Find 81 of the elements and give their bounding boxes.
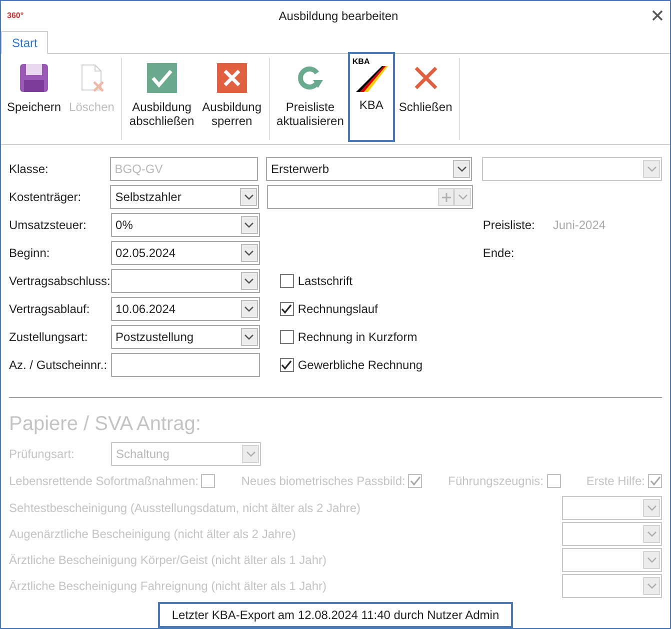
info-value: Juni-2024: [552, 217, 606, 234]
checkbox-label: Rechnung in Kurzform: [298, 329, 418, 346]
dropdown-field[interactable]: 0%: [110, 213, 260, 237]
field-label: Vertragsabschluss:: [9, 273, 111, 290]
ribbon-button[interactable]: KBA KBA: [348, 52, 395, 142]
checkbox[interactable]: [280, 330, 294, 344]
dropdown-field[interactable]: [562, 548, 662, 572]
chevron-icon: [244, 334, 254, 340]
checkbox[interactable]: [280, 274, 294, 288]
dropdown-field[interactable]: Ersterwerb: [266, 157, 472, 181]
checkbox-label: Lastschrift: [298, 273, 353, 290]
input-field[interactable]: [110, 353, 260, 377]
dropdown-field[interactable]: [562, 574, 662, 598]
chevron-icon: [244, 194, 254, 200]
checkbox-label: Erste Hilfe:: [586, 472, 645, 490]
field-label: Prüfungsart:: [9, 446, 76, 463]
close-button[interactable]: [650, 8, 664, 23]
chevron-icon: [646, 504, 656, 511]
dropdown-field[interactable]: [110, 269, 260, 293]
add-button[interactable]: [438, 188, 454, 206]
field-label: Zustellungsart:: [9, 329, 89, 346]
chevron-icon: [244, 278, 254, 284]
checkbox-label: Führungszeugnis:: [448, 472, 544, 490]
chevron-icon: [646, 166, 656, 172]
field-label: Kostenträger:: [9, 189, 82, 206]
chevron-icon: [244, 250, 254, 256]
dropdown-field[interactable]: 10.06.2024: [110, 297, 260, 321]
chevron-icon: [646, 582, 656, 589]
ribbon-button[interactable]: Ausbildung abschließen: [125, 54, 198, 144]
chevron-icon: [244, 306, 254, 312]
chevron-icon: [244, 222, 254, 228]
dropdown-field[interactable]: [267, 185, 474, 209]
info-label: Preisliste:: [482, 217, 536, 234]
checkbox-label: Gewerbliche Rechnung: [298, 357, 423, 374]
section-heading: Papiere / SVA Antrag:: [9, 412, 202, 436]
cross-icon: [216, 62, 247, 93]
dropdown-button[interactable]: [453, 160, 470, 178]
dropdown-field[interactable]: [562, 496, 662, 520]
dropdown-button[interactable]: [240, 300, 258, 318]
dropdown-button[interactable]: [240, 188, 258, 206]
document-label: Ärztliche Bescheinigung Körper/Geist (nicht älter als 1 Jahr): [9, 552, 326, 569]
chevron-icon: [458, 194, 468, 200]
checkmark-icon: [146, 62, 177, 93]
document-label: Ärztliche Bescheinigung Fahreignung (nicht älter als 1 Jahr): [9, 578, 327, 595]
dropdown-field[interactable]: Selbstzahler: [110, 185, 260, 209]
chevron-icon: [646, 556, 656, 563]
info-label: Ende:: [482, 245, 516, 262]
ribbon-button[interactable]: Preisliste aktualisieren: [272, 54, 348, 144]
field-label: Beginn:: [9, 245, 51, 262]
chevron-icon: [246, 450, 256, 457]
field-label: Klasse:: [9, 161, 50, 178]
field-label: Az. / Gutscheinnr.:: [9, 357, 108, 374]
checkbox-label: Lebensrettende Sofortmaßnahmen:: [9, 472, 198, 490]
ribbon-button[interactable]: Ausbildung sperren: [198, 54, 266, 144]
checkbox-label: Neues biometrisches Passbild:: [241, 472, 406, 490]
ribbon-button[interactable]: Speichern: [3, 54, 66, 144]
dropdown-button[interactable]: [240, 244, 258, 262]
chevron-icon: [456, 166, 466, 172]
checkbox[interactable]: [280, 302, 294, 316]
checkbox-label: Rechnungslauf: [298, 301, 378, 318]
dropdown-field[interactable]: 02.05.2024: [110, 241, 260, 265]
dropdown-button[interactable]: [240, 216, 258, 234]
plus-icon: [442, 192, 451, 202]
chevron-icon: [646, 530, 656, 537]
field-label: Vertragsablauf:: [9, 301, 91, 318]
status-message: Letzter KBA-Export am 12.08.2024 11:40 durch Nutzer Admin: [158, 602, 514, 628]
dropdown-button[interactable]: [240, 272, 258, 290]
kba-logo: KBA: [352, 58, 390, 94]
window-title: Ausbildung bearbeiten: [278, 8, 398, 25]
dropdown-field[interactable]: [482, 157, 662, 181]
app-logo: 360°: [7, 12, 25, 20]
field-label: Umsatzsteuer:: [9, 217, 88, 234]
dropdown-button[interactable]: [240, 328, 258, 346]
document-label: Augenärztliche Bescheinigung (nicht älter als 2 Jahre): [9, 526, 296, 543]
dropdown-field[interactable]: [562, 522, 662, 546]
close-icon: [652, 10, 662, 22]
ribbon-tab[interactable]: Start: [1, 30, 48, 54]
checkbox[interactable]: [280, 358, 294, 372]
document-label: Sehtestbescheinigung (Ausstellungsdatum, nicht älter als 2 Jahre): [9, 500, 361, 517]
ribbon-button[interactable]: Schließen: [394, 54, 456, 144]
dropdown-field[interactable]: Postzustellung: [110, 325, 260, 349]
